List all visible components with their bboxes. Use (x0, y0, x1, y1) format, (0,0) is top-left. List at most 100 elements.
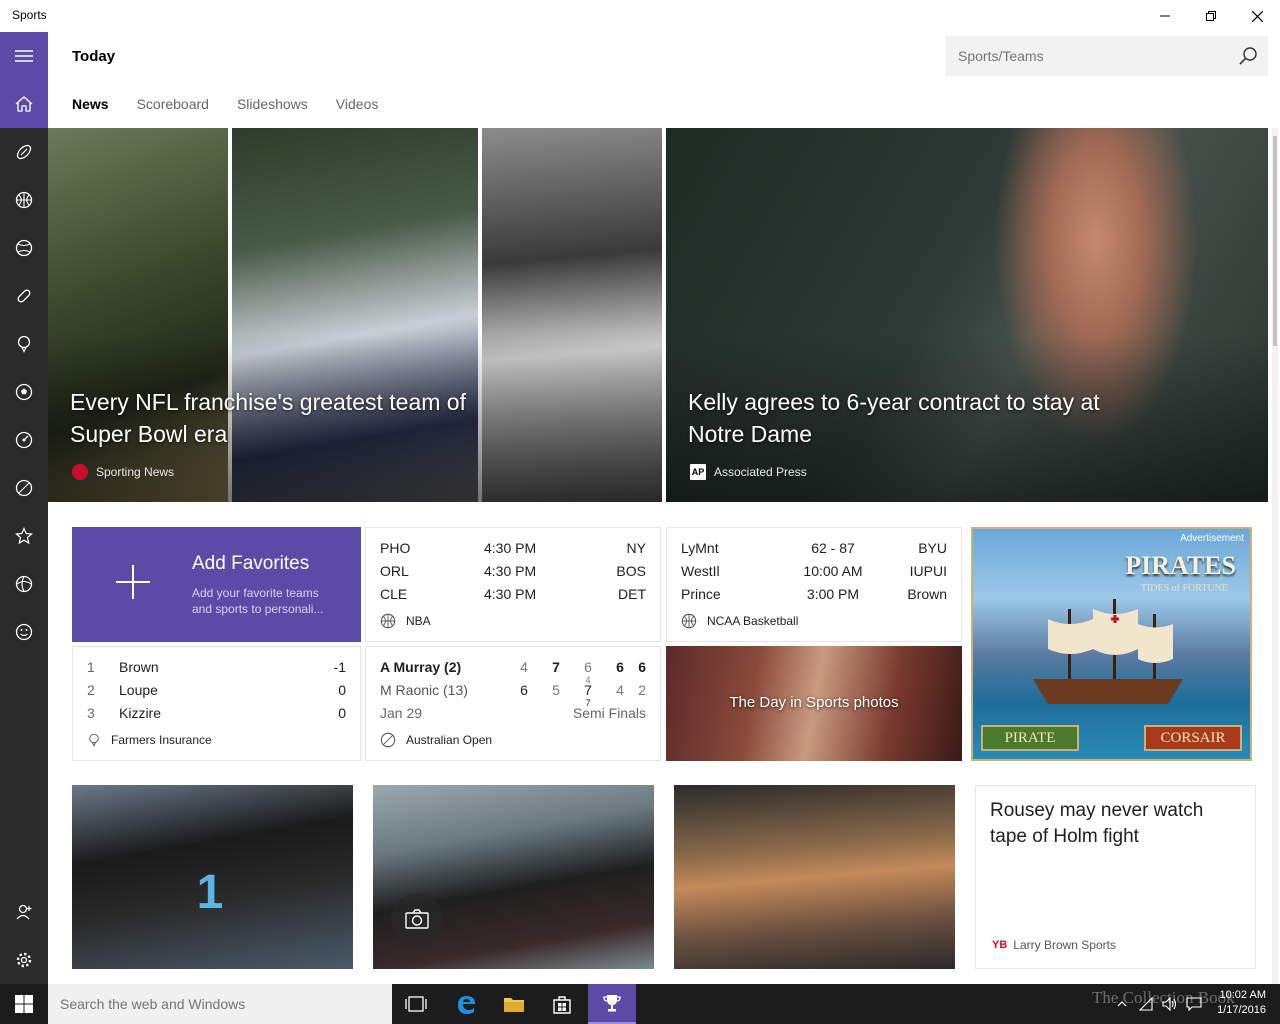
plus-icon (116, 565, 150, 599)
task-view-button[interactable] (392, 984, 440, 1024)
favorites-icon (15, 527, 33, 545)
slideshow-camera-button[interactable] (391, 893, 443, 945)
show-hidden-icons-button[interactable] (1110, 984, 1134, 1024)
sidebar-item-basketball[interactable] (0, 176, 48, 224)
page-title: Today (72, 48, 116, 65)
event-label: Australian Open (380, 732, 492, 748)
ad-brand: PIRATES (1125, 551, 1236, 580)
hero-story-kelly[interactable]: Kelly agrees to 6-year contract to stay … (666, 128, 1268, 502)
hero-headline: Every NFL franchise's greatest team of S… (70, 389, 466, 447)
event-label: Farmers Insurance (87, 732, 212, 748)
store-button[interactable] (538, 984, 586, 1024)
tab-scoreboard[interactable]: Scoreboard (137, 96, 209, 112)
leaderboard-row: 3 Kizzire 0 (87, 705, 346, 721)
hero-story-nfl[interactable]: Every NFL franchise's greatest team of S… (48, 128, 662, 502)
start-button[interactable] (0, 984, 48, 1024)
trophy-icon (603, 995, 621, 1012)
tab-slideshows[interactable]: Slideshows (237, 96, 308, 112)
vertical-scrollbar[interactable] (1272, 128, 1278, 984)
advertisement-tile[interactable]: Advertisement PIRATES TIDES of FORTUNE P… (971, 527, 1252, 761)
add-favorites-tile[interactable]: Add Favorites Add your favorite teams an… (72, 527, 361, 642)
day-in-sports-photos-tile[interactable]: The Day in Sports photos (666, 646, 962, 761)
sidebar-item-tennis[interactable] (0, 464, 48, 512)
sporting-news-logo-icon (72, 464, 88, 480)
nba-scores-tile[interactable]: PHO 4:30 PM NY ORL 4:30 PM BOS CLE 4:30 … (365, 527, 661, 642)
sidebar-item-golf[interactable] (0, 320, 48, 368)
tab-news[interactable]: News (72, 96, 109, 112)
story-card-wrestling[interactable] (674, 785, 955, 969)
chevron-up-icon (1117, 1001, 1127, 1007)
ad-corsair-button[interactable]: CORSAIR (1144, 725, 1242, 751)
league-label: NCAA Basketball (681, 613, 798, 629)
score-row: CLE 4:30 PM DET (380, 586, 646, 602)
network-button[interactable] (1134, 984, 1158, 1024)
task-view-icon (405, 996, 427, 1012)
folder-icon (504, 998, 524, 1012)
football-icon (16, 144, 32, 160)
hero-headline: Kelly agrees to 6-year contract to stay … (688, 389, 1100, 447)
story-headline: Rousey may never watch tape of Holm figh… (990, 800, 1204, 847)
account-icon (16, 904, 32, 920)
edge-taskbar-button[interactable] (442, 984, 490, 1024)
hamburger-menu-button[interactable] (0, 32, 48, 80)
sidebar-item-settings[interactable] (0, 936, 48, 984)
ad-pirate-button[interactable]: PIRATE (981, 725, 1079, 751)
jersey-number-graphic: 1 (196, 866, 224, 919)
emoji-icon (15, 623, 33, 641)
sidebar-item-favorites[interactable] (0, 512, 48, 560)
tab-videos[interactable]: Videos (336, 96, 379, 112)
sidebar-item-fantasy[interactable] (0, 560, 48, 608)
ap-logo-icon: AP (690, 464, 706, 480)
score-row: ORL 4:30 PM BOS (380, 563, 646, 579)
system-clock[interactable]: 10:02 AM 1/17/2016 (1217, 988, 1266, 1018)
search-input[interactable] (946, 48, 1226, 64)
sidebar-item-soccer[interactable] (0, 368, 48, 416)
action-center-button[interactable] (1182, 984, 1206, 1024)
sidebar-item-baseball[interactable] (0, 224, 48, 272)
sidebar-item-emoji[interactable] (0, 608, 48, 656)
sidebar-item-home[interactable] (0, 80, 48, 128)
golf-leaderboard-tile[interactable]: 1 Brown -1 2 Loupe 0 3 Kizzire 0 Farmers… (72, 646, 361, 761)
ncaa-scores-tile[interactable]: LyMnt 62 - 87 BYU WestIl 10:00 AM IUPUI … (666, 527, 962, 642)
search-box[interactable] (946, 36, 1268, 76)
taskbar-search-box[interactable] (48, 984, 392, 1024)
taskbar-search-input[interactable] (48, 996, 348, 1012)
file-explorer-button[interactable] (490, 984, 538, 1024)
basketball-icon (15, 191, 33, 209)
story-card-panthers[interactable]: 1 (72, 785, 353, 969)
favorites-subtitle: Add your favorite teams and sports to pe… (192, 586, 324, 616)
sidebar-item-racing[interactable] (0, 416, 48, 464)
ad-label: Advertisement (1180, 533, 1244, 544)
restore-icon (1206, 11, 1216, 21)
tennis-icon (380, 732, 396, 748)
hero-source: Sporting News (72, 464, 174, 480)
hockey-icon (17, 289, 31, 303)
taskbar: The Collection Book 10:02 AM 1/17/2016 (0, 984, 1280, 1024)
volume-button[interactable] (1158, 984, 1182, 1024)
story-card-rousey[interactable]: Rousey may never watch tape of Holm figh… (975, 785, 1256, 969)
hero-source: AP Associated Press (690, 464, 807, 480)
golf-icon (89, 733, 99, 747)
racing-icon (15, 431, 33, 449)
restore-button[interactable] (1188, 0, 1234, 32)
score-row: LyMnt 62 - 87 BYU (681, 540, 947, 556)
score-row: Prince 3:00 PM Brown (681, 586, 947, 602)
windows-logo-icon (15, 995, 33, 1013)
minimize-icon (1160, 15, 1170, 17)
sidebar-item-football[interactable] (0, 128, 48, 176)
tennis-score-tile[interactable]: A Murray (2) 4 7 64 6 6 M Raonic (13) 6 … (365, 646, 661, 761)
sidebar-item-account[interactable] (0, 888, 48, 936)
golf-icon (17, 335, 31, 353)
main-content: Today News Scoreboard Slideshows Videos … (48, 32, 1280, 984)
close-icon (1251, 10, 1263, 22)
search-icon[interactable] (1238, 46, 1258, 66)
score-row: PHO 4:30 PM NY (380, 540, 646, 556)
story-card-marlins[interactable] (373, 785, 654, 969)
leaderboard-row: 1 Brown -1 (87, 659, 346, 675)
sports-app-taskbar-button[interactable] (588, 984, 636, 1024)
sidebar-item-hockey[interactable] (0, 272, 48, 320)
tennis-icon (15, 479, 33, 497)
close-button[interactable] (1234, 0, 1280, 32)
volume-icon (1162, 997, 1177, 1011)
minimize-button[interactable] (1142, 0, 1188, 32)
